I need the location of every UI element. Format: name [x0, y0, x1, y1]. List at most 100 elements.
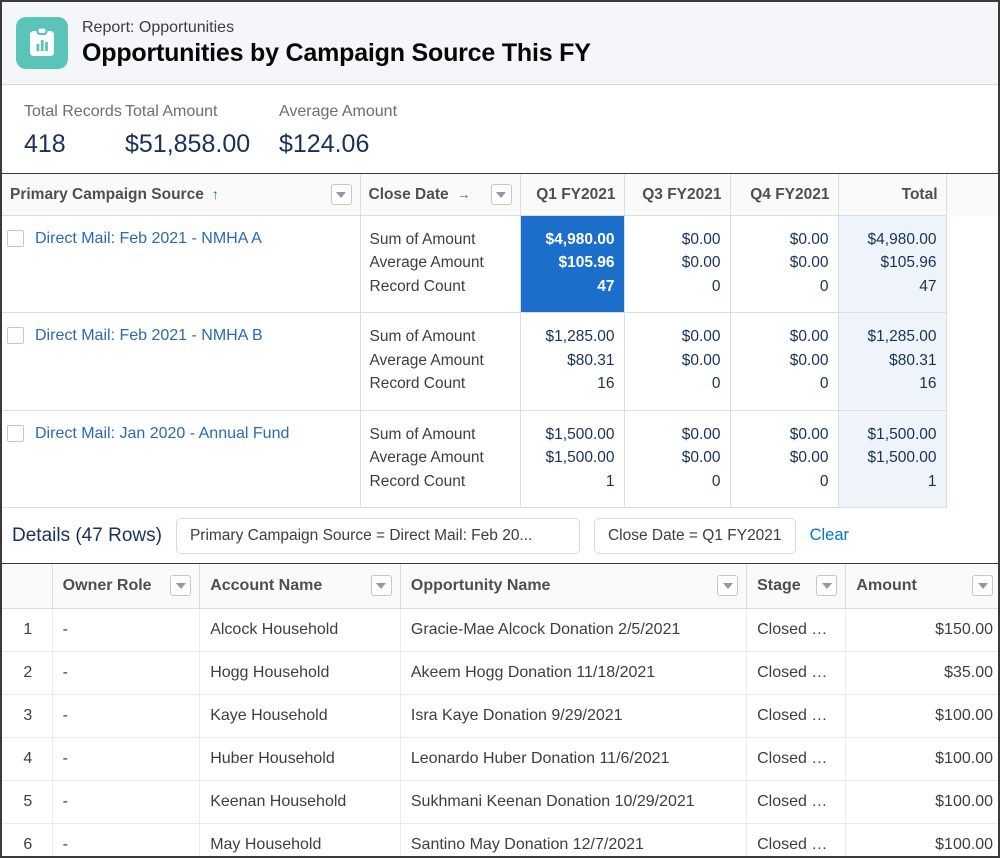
details-header-row: Owner Role Account Name [2, 564, 1000, 608]
report-kicker: Report: Opportunities [82, 17, 591, 38]
summary-cell-total[interactable]: $4,980.00 $105.96 47 [838, 215, 946, 313]
cell-opportunity-name[interactable]: Gracie-Mae Alcock Donation 2/5/2021 [400, 608, 746, 651]
aggregate-label: Sum of Amount [370, 228, 511, 252]
column-header-close-date[interactable]: Close Date → [360, 174, 520, 215]
row-checkbox[interactable] [7, 230, 24, 247]
column-menu-button-opportunity-name[interactable] [717, 575, 738, 596]
summary-cell-q3[interactable]: $0.00 $0.00 0 [624, 410, 730, 508]
summary-spacer-cell [946, 313, 1000, 411]
column-header-label: Close Date [369, 183, 449, 207]
column-menu-button-primary-campaign-source[interactable] [331, 184, 352, 205]
summary-cell-q4[interactable]: $0.00 $0.00 0 [730, 410, 838, 508]
summary-row: Direct Mail: Feb 2021 - NMHA B Sum of Am… [2, 313, 1000, 411]
stat-label: Total Amount [125, 101, 279, 123]
summary-cell-q3[interactable]: $0.00 $0.00 0 [624, 313, 730, 411]
cell-account-name[interactable]: Alcock Household [200, 608, 401, 651]
record-count-value: 0 [634, 470, 721, 494]
chevron-down-icon [496, 192, 506, 198]
group-link[interactable]: Direct Mail: Feb 2021 - NMHA A [35, 228, 262, 249]
filter-pill-primary-campaign-source[interactable]: Primary Campaign Source = Direct Mail: F… [176, 518, 580, 554]
column-menu-button-close-date[interactable] [491, 184, 512, 205]
sum-of-amount-value: $0.00 [634, 325, 721, 349]
summary-cell-q4[interactable]: $0.00 $0.00 0 [730, 215, 838, 313]
average-amount-value: $0.00 [740, 349, 829, 373]
record-count-value: 1 [848, 470, 937, 494]
column-header-total[interactable]: Total [838, 174, 946, 215]
summary-cell-total[interactable]: $1,285.00 $80.31 16 [838, 313, 946, 411]
group-link[interactable]: Direct Mail: Jan 2020 - Annual Fund [35, 423, 289, 444]
row-checkbox[interactable] [7, 327, 24, 344]
clear-filters-link[interactable]: Clear [810, 526, 849, 545]
record-count-value: 0 [634, 372, 721, 396]
column-header-owner-role[interactable]: Owner Role [52, 564, 200, 608]
summary-cell-q1[interactable]: $1,285.00 $80.31 16 [520, 313, 624, 411]
column-header-q3[interactable]: Q3 FY2021 [624, 174, 730, 215]
aggregate-label: Average Amount [370, 349, 511, 373]
column-header-q1[interactable]: Q1 FY2021 [520, 174, 624, 215]
column-header-account-name[interactable]: Account Name [200, 564, 401, 608]
sum-of-amount-value: $0.00 [740, 228, 829, 252]
chevron-down-icon [822, 583, 832, 589]
cell-owner-role: - [52, 608, 200, 651]
row-checkbox[interactable] [7, 425, 24, 442]
cell-account-name[interactable]: Hogg Household [200, 651, 401, 694]
summary-matrix-body: Direct Mail: Feb 2021 - NMHA A Sum of Am… [2, 215, 1000, 508]
aggregate-labels-cell: Sum of Amount Average Amount Record Coun… [360, 215, 520, 313]
details-table-body: 1 - Alcock Household Gracie-Mae Alcock D… [2, 608, 1000, 858]
column-menu-button-stage[interactable] [816, 575, 837, 596]
summary-cell-total[interactable]: $1,500.00 $1,500.00 1 [838, 410, 946, 508]
chevron-down-icon [723, 583, 733, 589]
summary-cell-q4[interactable]: $0.00 $0.00 0 [730, 313, 838, 411]
report-header-text: Report: Opportunities Opportunities by C… [82, 17, 591, 69]
record-count-value: 47 [530, 275, 615, 299]
cell-opportunity-name[interactable]: Isra Kaye Donation 9/29/2021 [400, 694, 746, 737]
cell-account-name[interactable]: Huber Household [200, 737, 401, 780]
filter-pill-close-date[interactable]: Close Date = Q1 FY2021 [594, 518, 796, 554]
record-count-value: 47 [848, 275, 937, 299]
cell-opportunity-name[interactable]: Leonardo Huber Donation 11/6/2021 [400, 737, 746, 780]
column-header-label: Q1 FY2021 [536, 186, 615, 203]
column-header-label: Amount [856, 577, 916, 595]
average-amount-value: $0.00 [634, 251, 721, 275]
column-header-stage[interactable]: Stage [747, 564, 846, 608]
stat-label: Average Amount [279, 101, 397, 123]
report-page: Report: Opportunities Opportunities by C… [0, 0, 1000, 858]
column-menu-button-owner-role[interactable] [170, 575, 191, 596]
column-header-q4[interactable]: Q4 FY2021 [730, 174, 838, 215]
column-header-opportunity-name[interactable]: Opportunity Name [400, 564, 746, 608]
cell-opportunity-name[interactable]: Santino May Donation 12/7/2021 [400, 823, 746, 858]
record-count-value: 1 [530, 470, 615, 494]
cell-opportunity-name[interactable]: Akeem Hogg Donation 11/18/2021 [400, 651, 746, 694]
chevron-down-icon [978, 583, 988, 589]
sort-ascending-icon[interactable]: ↑ [212, 183, 219, 207]
column-menu-button-account-name[interactable] [371, 575, 392, 596]
page-title: Opportunities by Campaign Source This FY [82, 38, 591, 69]
details-toolbar: Details (47 Rows) Primary Campaign Sourc… [2, 508, 998, 564]
summary-cell-q1-selected[interactable]: $4,980.00 $105.96 47 [520, 215, 624, 313]
cell-owner-role: - [52, 651, 200, 694]
cell-amount: $150.00 [846, 608, 1000, 651]
aggregate-labels-cell: Sum of Amount Average Amount Record Coun… [360, 313, 520, 411]
group-link[interactable]: Direct Mail: Feb 2021 - NMHA B [35, 325, 263, 346]
cell-account-name[interactable]: May Household [200, 823, 401, 858]
cell-owner-role: - [52, 737, 200, 780]
summary-spacer-cell [946, 410, 1000, 508]
table-row: 5 - Keenan Household Sukhmani Keenan Don… [2, 780, 1000, 823]
cell-amount: $35.00 [846, 651, 1000, 694]
summary-header-row: Primary Campaign Source ↑ Close Date → [2, 174, 1000, 215]
summary-stats-bar: Total Records 418 Total Amount $51,858.0… [2, 85, 998, 174]
column-header-amount[interactable]: Amount [846, 564, 1000, 608]
summary-row: Direct Mail: Jan 2020 - Annual Fund Sum … [2, 410, 1000, 508]
summary-cell-q3[interactable]: $0.00 $0.00 0 [624, 215, 730, 313]
cell-stage: Closed Won [747, 694, 846, 737]
column-header-primary-campaign-source[interactable]: Primary Campaign Source ↑ [2, 174, 360, 215]
table-row: 1 - Alcock Household Gracie-Mae Alcock D… [2, 608, 1000, 651]
sum-of-amount-value: $1,500.00 [848, 423, 937, 447]
summary-cell-q1[interactable]: $1,500.00 $1,500.00 1 [520, 410, 624, 508]
column-menu-button-amount[interactable] [972, 575, 993, 596]
column-header-label: Opportunity Name [411, 577, 551, 595]
column-header-label: Q4 FY2021 [750, 186, 829, 203]
cell-account-name[interactable]: Keenan Household [200, 780, 401, 823]
cell-opportunity-name[interactable]: Sukhmani Keenan Donation 10/29/2021 [400, 780, 746, 823]
cell-account-name[interactable]: Kaye Household [200, 694, 401, 737]
